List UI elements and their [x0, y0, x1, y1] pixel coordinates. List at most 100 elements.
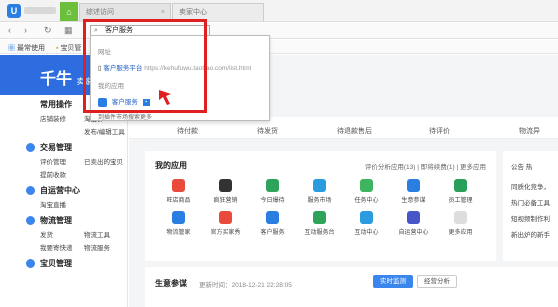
my-apps-panel: 我的应用 评价分析应用(13) | 即将续费(1) | 更多应用 旺店商品 疯狂营… [145, 151, 496, 261]
app-icon [219, 211, 232, 224]
sidebar-link[interactable]: 物流工具 [84, 229, 128, 239]
sidebar-group-title: 物流管理 [40, 216, 72, 225]
app-label: 员工管理 [448, 198, 473, 204]
sidebar-link[interactable]: 店铺装修 [40, 113, 84, 123]
app-label: 客户服务 [260, 230, 285, 236]
grid-icon: ▦ [8, 45, 15, 52]
sidebar-link[interactable]: 评价管理 [40, 156, 84, 166]
app-tile[interactable]: 员工管理 [437, 179, 484, 204]
sidebar-link[interactable]: 提前收款 [40, 169, 84, 179]
qianniu-logo-icon: U [7, 4, 21, 18]
forward-icon[interactable]: › [24, 25, 27, 35]
app-tile[interactable]: 客户服务 [249, 211, 296, 236]
app-tile[interactable]: 官方买家秀 [202, 211, 249, 236]
app-icon [266, 211, 279, 224]
box-icon [26, 259, 35, 268]
truck-icon [26, 216, 35, 225]
sidebar-group-trade: 交易管理 评价管理 已卖出的宝贝 提前收款 [0, 138, 127, 181]
app-label: 更多应用 [448, 230, 473, 236]
announcement-item[interactable]: 新出炉的新手 [511, 229, 550, 239]
app-icon [454, 179, 467, 192]
bookmark-item-manage[interactable]: ▪ 宝贝管 [56, 43, 81, 53]
sidebar-group-logistics: 物流管理 发货 物流工具 我要寄快递 物流服务 [0, 211, 127, 254]
app-icon [407, 179, 420, 192]
sidebar-group-title: 交易管理 [40, 143, 72, 152]
refresh-icon[interactable]: ↻ [44, 25, 52, 36]
app-icon [219, 179, 232, 192]
bookmark-frequent[interactable]: ▦ 最常使用 [8, 43, 45, 53]
app-tile[interactable]: 自运营中心 [390, 211, 437, 236]
trade-icon [26, 143, 35, 152]
stat-pending-payment[interactable]: 待付款 [177, 126, 198, 136]
tab-label: 综述访问 [86, 9, 114, 16]
sidebar-link[interactable]: 发货 [40, 229, 84, 239]
app-icon [313, 211, 326, 224]
bookmark-label: 最常使用 [16, 45, 45, 52]
sidebar-link[interactable] [40, 126, 84, 136]
app-icon [360, 211, 373, 224]
app-icon [454, 211, 467, 224]
app-tile[interactable]: 今日爆待 [249, 179, 296, 204]
tab-label: 卖家中心 [179, 9, 207, 16]
sidebar-link[interactable]: 发布/编辑工具 [84, 126, 128, 136]
my-apps-links[interactable]: 评价分析应用(13) | 即将续费(1) | 更多应用 [365, 161, 486, 171]
app-label: 旺店商品 [166, 198, 191, 204]
app-label: 物流管家 [166, 230, 191, 236]
app-label: 官方买家秀 [210, 230, 241, 236]
home-icon: ⌂ [66, 6, 72, 17]
red-arrow-icon [159, 90, 171, 105]
search-more-link[interactable]: 到插件市场搜索更多 [98, 112, 152, 121]
sidebar-link[interactable]: 我要寄快递 [40, 242, 84, 252]
business-advisor-title: 生意参谋 [155, 279, 187, 288]
business-advisor-panel: 生意参谋 更新时间：2018-12-21 22:28:05 实时监测 经营分析 [145, 267, 558, 307]
app-label: 自运营中心 [398, 230, 429, 236]
app-tile[interactable]: 互动服务台 [296, 211, 343, 236]
app-grid: 旺店商品 疯狂营销 今日爆待 服务市场 任务中心 生意参谋 员工管理物流管家 官方买家秀 客户服… [155, 179, 490, 236]
app-icon [172, 211, 185, 224]
blurred-user-name [24, 7, 56, 14]
app-icon [313, 179, 326, 192]
folder-icon: ▪ [56, 45, 59, 52]
app-tile[interactable]: 疯狂营销 [202, 179, 249, 204]
app-label: 疯狂营销 [213, 198, 238, 204]
app-tile[interactable]: 生意参谋 [390, 179, 437, 204]
stat-pending-shipment[interactable]: 待发货 [257, 126, 278, 136]
app-tile[interactable]: 物流管家 [155, 211, 202, 236]
red-highlight-box [83, 19, 207, 113]
announcement-item[interactable]: 热门必备工具 [511, 197, 550, 207]
announcement-item[interactable]: 同质化竞争， [511, 181, 550, 191]
realtime-monitor-button[interactable]: 实时监测 [373, 275, 413, 288]
stat-refund[interactable]: 待退款售后 [337, 126, 372, 136]
bookmark-label: 宝贝管 [60, 45, 82, 52]
app-icon [407, 211, 420, 224]
my-apps-title: 我的应用 [155, 161, 187, 170]
app-label: 生意参谋 [401, 198, 426, 204]
announcement-item[interactable]: 短视频制作利 [511, 213, 550, 223]
app-label: 任务中心 [354, 198, 379, 204]
app-icon [360, 179, 373, 192]
app-icon [266, 179, 279, 192]
sidebar-group-title: 宝贝管理 [40, 259, 72, 268]
announcement-panel: 公告 热 同质化竞争， 热门必备工具 短视频制作利 新出炉的新手 [503, 151, 558, 261]
grid-icon[interactable]: ▦ [64, 25, 73, 36]
sidebar-link[interactable]: 淘宝直播 [40, 199, 84, 209]
back-icon[interactable]: ‹ [8, 25, 11, 35]
app-tile[interactable]: 服务市场 [296, 179, 343, 204]
sidebar-link[interactable]: 物流服务 [84, 242, 128, 252]
app-label: 服务市场 [307, 198, 332, 204]
home-tab[interactable]: ⌂ [60, 2, 78, 21]
chat-icon [26, 186, 35, 195]
sidebar-group-self-operation: 自运营中心 淘宝直播 [0, 181, 127, 211]
app-icon [172, 179, 185, 192]
app-tile[interactable]: 旺店商品 [155, 179, 202, 204]
app-label: 互动中心 [354, 230, 379, 236]
app-tile[interactable]: 互动中心 [343, 211, 390, 236]
sidebar-link[interactable]: 已卖出的宝贝 [84, 156, 128, 166]
operation-analysis-button[interactable]: 经营分析 [417, 275, 457, 288]
app-tile[interactable]: 任务中心 [343, 179, 390, 204]
app-tile[interactable]: 更多应用 [437, 211, 484, 236]
stat-pending-review[interactable]: 待评价 [429, 126, 450, 136]
sidebar-group-items: 宝贝管理 [0, 254, 127, 274]
announcement-tabs[interactable]: 公告 热 [511, 161, 532, 171]
stat-logistics[interactable]: 物流异 [519, 126, 540, 136]
